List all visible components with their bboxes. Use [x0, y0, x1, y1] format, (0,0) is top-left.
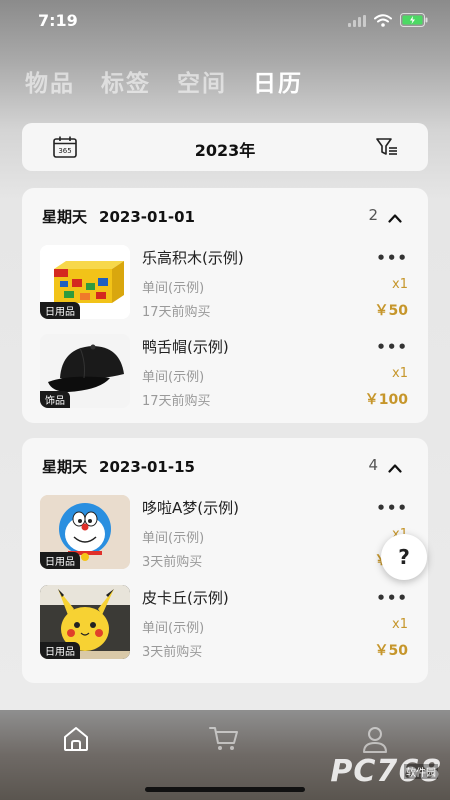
- item-quantity: x1: [392, 277, 408, 292]
- item-location: 单间(示例): [142, 370, 205, 385]
- day-date: 2023-01-01: [99, 208, 195, 226]
- tab-spaces[interactable]: 空间: [177, 64, 227, 98]
- item-tag: 日用品: [40, 552, 80, 569]
- chevron-up-icon[interactable]: [388, 208, 402, 227]
- item-purchase-time: 3天前购买: [142, 555, 203, 570]
- list-item[interactable]: 日用品 乐高积木(示例) 单间(示例) 17天前购买 ••• x1 ￥50: [22, 245, 428, 325]
- list-item[interactable]: 日用品 皮卡丘(示例) 单间(示例) 3天前购买 ••• x1 ￥50: [22, 585, 428, 665]
- more-options-icon[interactable]: •••: [376, 338, 408, 356]
- item-name: 哆啦A梦(示例): [142, 499, 239, 517]
- item-price: ￥100: [364, 392, 408, 408]
- item-location: 单间(示例): [142, 281, 205, 296]
- item-quantity: x1: [392, 366, 408, 381]
- item-name: 鸭舌帽(示例): [142, 338, 229, 356]
- day-date: 2023-01-15: [99, 458, 195, 476]
- year-bar: 365 2023年: [22, 123, 428, 171]
- item-price: ￥50: [374, 303, 408, 319]
- battery-icon: [400, 12, 428, 31]
- item-price: ￥50: [374, 643, 408, 659]
- item-tag: 日用品: [40, 642, 80, 659]
- item-purchase-time: 17天前购买: [142, 394, 211, 409]
- list-item[interactable]: 日用品 哆啦A梦(示例) 单间(示例) 3天前购买 ••• x1 ￥50: [22, 495, 428, 575]
- more-options-icon[interactable]: •••: [376, 499, 408, 517]
- tab-items[interactable]: 物品: [25, 64, 75, 98]
- item-tag: 饰品: [40, 391, 70, 408]
- tab-calendar[interactable]: 日历: [253, 64, 303, 98]
- item-thumbnail: 日用品: [40, 245, 130, 319]
- list-item[interactable]: 饰品 鸭舌帽(示例) 单间(示例) 17天前购买 ••• x1 ￥100: [22, 334, 428, 414]
- item-quantity: x1: [392, 617, 408, 632]
- item-tag: 日用品: [40, 302, 80, 319]
- home-icon[interactable]: [62, 726, 90, 756]
- day-item-count: 4: [368, 456, 378, 474]
- filter-icon[interactable]: [376, 137, 398, 161]
- day-weekday: 星期天: [42, 208, 88, 226]
- item-thumbnail: 日用品: [40, 585, 130, 659]
- day-header: 星期天 2023-01-15: [42, 456, 195, 477]
- status-indicators: [348, 12, 428, 31]
- top-nav-tabs: 物品 标签 空间 日历: [25, 64, 303, 98]
- item-thumbnail: 日用品: [40, 495, 130, 569]
- status-bar: 7:19: [0, 0, 450, 44]
- more-options-icon[interactable]: •••: [376, 249, 408, 267]
- home-indicator: [145, 787, 305, 792]
- wifi-icon: [374, 12, 392, 31]
- item-purchase-time: 3天前购买: [142, 645, 203, 660]
- item-name: 乐高积木(示例): [142, 249, 244, 267]
- tab-tags[interactable]: 标签: [101, 64, 151, 98]
- status-time: 7:19: [38, 11, 78, 30]
- cart-icon[interactable]: [209, 726, 239, 756]
- more-options-icon[interactable]: •••: [376, 589, 408, 607]
- day-card: 星期天2023-01-15 4 日用品 哆啦A梦(示例) 单间(示例) 3天前: [22, 438, 428, 683]
- help-button[interactable]: ?: [381, 534, 427, 580]
- item-location: 单间(示例): [142, 621, 205, 636]
- year-label: 2023年: [194, 141, 256, 160]
- item-thumbnail: 饰品: [40, 334, 130, 408]
- item-name: 皮卡丘(示例): [142, 589, 229, 607]
- cellular-icon: [348, 12, 366, 31]
- item-purchase-time: 17天前购买: [142, 305, 211, 320]
- day-weekday: 星期天: [42, 458, 88, 476]
- day-card: 星期天 2023-01-01 2 日用品 乐高积木(示例) 单间(示例) 17天…: [22, 188, 428, 423]
- day-header: 星期天 2023-01-01: [42, 206, 195, 227]
- chevron-up-icon[interactable]: [388, 458, 402, 477]
- day-item-count: 2: [368, 206, 378, 224]
- item-location: 单间(示例): [142, 531, 205, 546]
- watermark-sub: 软件园: [404, 764, 438, 779]
